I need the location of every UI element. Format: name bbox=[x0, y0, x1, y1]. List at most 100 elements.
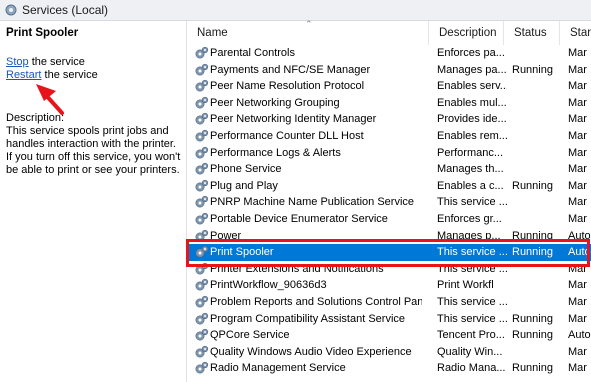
service-startup-type: Mar bbox=[568, 279, 587, 292]
stop-service-link[interactable]: Stop bbox=[6, 56, 29, 68]
service-row[interactable]: Performance Counter DLL Host Enables rem.… bbox=[187, 128, 591, 145]
description-label: Description: bbox=[6, 112, 65, 124]
service-row[interactable]: Payments and NFC/SE Manager Manages pa...… bbox=[187, 62, 591, 79]
service-gear-icon bbox=[194, 63, 209, 78]
service-row[interactable]: Peer Name Resolution Protocol Enables ser… bbox=[187, 78, 591, 95]
service-description: Enables rem... bbox=[437, 130, 507, 142]
service-description: This service ... bbox=[437, 296, 507, 308]
service-status: Running bbox=[512, 179, 553, 192]
service-row[interactable]: Program Compatibility Assistant Service T… bbox=[187, 311, 591, 328]
service-gear-icon bbox=[194, 96, 209, 111]
service-name: QPCore Service bbox=[210, 329, 290, 342]
service-description: Tencent Pro... bbox=[437, 329, 505, 342]
restart-service-link[interactable]: Restart bbox=[6, 69, 41, 81]
service-gear-icon bbox=[194, 295, 209, 310]
service-description: Quality Win... bbox=[437, 345, 503, 358]
column-name-header[interactable]: Name bbox=[187, 21, 429, 45]
column-startup-header[interactable]: Star bbox=[560, 21, 591, 45]
service-row[interactable]: Plug and Play Enables a c... Running Mar bbox=[187, 178, 591, 195]
restart-suffix: the service bbox=[41, 69, 98, 81]
service-name: Peer Name Resolution Protocol bbox=[210, 80, 365, 93]
service-gear-icon bbox=[194, 212, 209, 227]
service-startup-type: Mar bbox=[568, 163, 587, 176]
service-startup-type: Mar bbox=[568, 47, 587, 59]
service-status: Running bbox=[512, 362, 553, 375]
service-row[interactable]: Portable Device Enumerator Service Enforc… bbox=[187, 211, 591, 228]
service-name: PrintWorkflow_90636d3 bbox=[210, 279, 327, 292]
service-gear-icon bbox=[194, 195, 209, 210]
service-name: Quality Windows Audio Video Experience bbox=[210, 345, 412, 358]
service-gear-icon bbox=[194, 278, 209, 293]
service-startup-type: Mar bbox=[568, 113, 587, 126]
window-title: Services (Local) bbox=[22, 3, 109, 17]
services-gear-icon bbox=[4, 3, 18, 20]
stop-suffix: the service bbox=[28, 56, 85, 68]
service-gear-icon bbox=[194, 112, 209, 127]
service-startup-type: Mar bbox=[568, 196, 587, 209]
service-gear-icon bbox=[194, 79, 209, 94]
annotation-highlight-box bbox=[186, 239, 590, 267]
service-row[interactable]: Peer Networking Identity Manager Provides… bbox=[187, 111, 591, 128]
service-name: PNRP Machine Name Publication Service bbox=[210, 196, 414, 209]
title-bar: Services (Local) bbox=[0, 0, 591, 21]
service-startup-type: Mar bbox=[568, 213, 587, 225]
service-gear-icon bbox=[194, 146, 209, 161]
service-startup-type: Mar bbox=[568, 179, 587, 192]
stop-action: Stop the service bbox=[6, 56, 85, 68]
service-description: This service ... bbox=[437, 196, 507, 209]
service-gear-icon bbox=[194, 345, 209, 360]
service-name: Radio Management Service bbox=[210, 362, 346, 375]
column-description-header[interactable]: Description bbox=[429, 21, 504, 45]
service-status: Running bbox=[512, 63, 553, 76]
column-status-header[interactable]: Status bbox=[504, 21, 560, 45]
service-status: Running bbox=[512, 329, 553, 342]
service-startup-type: Mar bbox=[568, 80, 587, 93]
service-description: Enforces gr... bbox=[437, 213, 502, 225]
service-description: Enforces pa... bbox=[437, 47, 505, 59]
service-status: Running bbox=[512, 312, 553, 325]
service-description: Print Workfl bbox=[437, 279, 494, 292]
service-description: Manages th... bbox=[437, 163, 504, 176]
service-name: Problem Reports and Solutions Control Pa… bbox=[210, 296, 422, 308]
service-name: Plug and Play bbox=[210, 179, 278, 192]
service-name: Portable Device Enumerator Service bbox=[210, 213, 388, 225]
service-startup-type: Mar bbox=[568, 312, 587, 325]
service-gear-icon bbox=[194, 162, 209, 177]
service-description: This service ... bbox=[437, 312, 507, 325]
service-row[interactable]: Phone Service Manages th... Mar bbox=[187, 161, 591, 178]
service-startup-type: Mar bbox=[568, 130, 587, 142]
service-row[interactable]: QPCore Service Tencent Pro... Running Auto bbox=[187, 327, 591, 344]
selected-service-name: Print Spooler bbox=[6, 27, 79, 39]
service-row[interactable]: Peer Networking Grouping Enables mul... Ma… bbox=[187, 95, 591, 112]
service-description: Performanc... bbox=[437, 146, 504, 159]
service-startup-type: Auto bbox=[568, 329, 591, 342]
service-name: Performance Counter DLL Host bbox=[210, 130, 364, 142]
service-description: Enables a c... bbox=[437, 179, 504, 192]
service-gear-icon bbox=[194, 46, 209, 61]
service-gear-icon bbox=[194, 361, 209, 376]
service-row[interactable]: Radio Management Service Radio Mana... Run… bbox=[187, 360, 591, 377]
service-description: Provides ide... bbox=[437, 113, 507, 126]
service-startup-type: Mar bbox=[568, 96, 587, 109]
service-row[interactable]: Quality Windows Audio Video Experience Qu… bbox=[187, 344, 591, 361]
service-name: Program Compatibility Assistant Service bbox=[210, 312, 406, 325]
service-row[interactable]: Performance Logs & Alerts Performanc... Ma… bbox=[187, 145, 591, 162]
service-row[interactable]: Problem Reports and Solutions Control Pa… bbox=[187, 294, 591, 311]
service-row[interactable]: Parental Controls Enforces pa... Mar bbox=[187, 45, 591, 62]
service-startup-type: Mar bbox=[568, 63, 587, 76]
service-row[interactable]: PrintWorkflow_90636d3 Print Workfl Mar bbox=[187, 277, 591, 294]
service-startup-type: Mar bbox=[568, 345, 587, 358]
service-startup-type: Mar bbox=[568, 296, 587, 308]
service-row[interactable]: PNRP Machine Name Publication Service Thi… bbox=[187, 194, 591, 211]
service-name: Peer Networking Grouping bbox=[210, 96, 340, 109]
service-description: Radio Mana... bbox=[437, 362, 506, 375]
service-gear-icon bbox=[194, 328, 209, 343]
service-name: Payments and NFC/SE Manager bbox=[210, 63, 371, 76]
column-header: ⌃ Name Description Status Star bbox=[187, 19, 591, 45]
service-description: Manages pa... bbox=[437, 63, 507, 76]
service-startup-type: Mar bbox=[568, 362, 587, 375]
service-name: Parental Controls bbox=[210, 47, 295, 59]
description-text: This service spools print jobs and handl… bbox=[6, 125, 181, 176]
service-gear-icon bbox=[194, 179, 209, 194]
service-gear-icon bbox=[194, 312, 209, 327]
